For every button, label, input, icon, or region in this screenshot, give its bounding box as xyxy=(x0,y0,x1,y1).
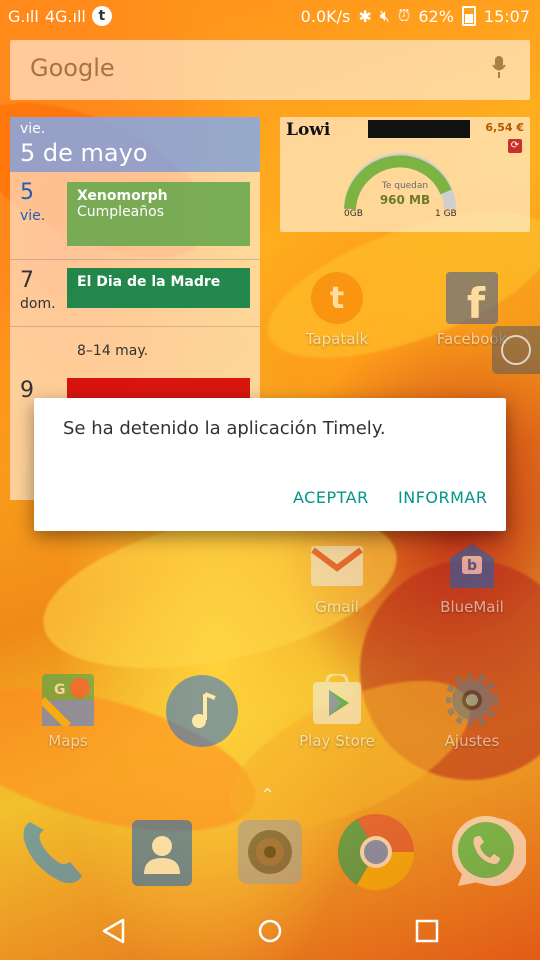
svg-text:G: G xyxy=(54,682,66,698)
lowi-data-widget[interactable]: Lowi 6,54 € ⟳ Te quedan 960 MB 0GB 1 GB xyxy=(280,117,530,232)
chrome-icon[interactable] xyxy=(336,812,416,892)
app-label: Play Store xyxy=(299,732,375,750)
calendar-day-row: 5 vie. Xenomorph Cumpleaños xyxy=(10,172,260,259)
music-icon xyxy=(165,674,239,748)
google-logo: Google xyxy=(30,54,115,82)
lowi-logo: Lowi xyxy=(286,120,331,140)
home-icon[interactable] xyxy=(255,916,285,946)
calendar-header-dow: vie. xyxy=(20,121,46,137)
app-label: Maps xyxy=(48,732,88,750)
bluemail-icon: b xyxy=(446,540,498,592)
whatsapp-icon[interactable] xyxy=(446,812,526,892)
day-number: 5 xyxy=(20,180,34,205)
event-title: Xenomorph xyxy=(77,188,168,204)
remaining-label: Te quedan xyxy=(381,181,429,191)
calendar-event[interactable]: Xenomorph Cumpleaños xyxy=(67,182,250,246)
play-store-icon xyxy=(311,674,363,726)
app-label: Gmail xyxy=(315,598,359,616)
day-name: vie. xyxy=(20,208,46,224)
app-label: BlueMail xyxy=(440,598,504,616)
facebook-icon: f xyxy=(446,272,498,324)
floating-assistive-button[interactable] xyxy=(492,326,540,374)
maps-icon: G xyxy=(42,674,94,726)
app-tapatalk[interactable]: t Tapatalk xyxy=(287,272,387,348)
gmail-icon xyxy=(311,540,363,592)
gauge-min: 0GB xyxy=(344,209,363,219)
app-drawer-arrow-icon[interactable]: ⌃ xyxy=(260,785,275,806)
network-speed: 0.0K/s xyxy=(300,6,351,26)
app-stopped-dialog: Se ha detenido la aplicación Timely. ACE… xyxy=(34,398,506,531)
navigation-bar xyxy=(0,900,540,960)
report-button[interactable]: INFORMAR xyxy=(398,488,487,507)
app-label: Tapatalk xyxy=(305,330,369,348)
redacted-phone xyxy=(368,120,470,138)
status-bar: G.ıll 4G.ıll t 0.0K/s ✱ 🔇︎ ⏰︎ 62% 15:07 xyxy=(0,0,540,32)
refresh-icon[interactable]: ⟳ xyxy=(508,139,522,153)
event-title: El Dia de la Madre xyxy=(77,274,221,290)
google-search-bar[interactable]: Google xyxy=(10,40,530,100)
microphone-icon[interactable] xyxy=(492,56,506,78)
contacts-icon[interactable] xyxy=(122,812,202,892)
app-bluemail[interactable]: b BlueMail xyxy=(422,540,522,616)
camera-icon[interactable] xyxy=(230,812,310,892)
week-range: 8–14 may. xyxy=(77,343,149,359)
dock xyxy=(0,812,540,902)
battery-icon xyxy=(461,6,476,26)
calendar-day-row: 7 dom. El Dia de la Madre xyxy=(10,260,260,326)
alarm-icon: ⏰︎ xyxy=(397,6,411,25)
day-name: dom. xyxy=(20,296,56,312)
dialog-message: Se ha detenido la aplicación Timely. xyxy=(63,418,386,439)
cell-signal-1: G.ıll xyxy=(8,6,39,26)
balance: 6,54 € xyxy=(485,121,524,134)
app-ajustes[interactable]: Ajustes xyxy=(422,674,522,750)
app-maps[interactable]: G Maps xyxy=(18,674,118,750)
cell-signal-2: 4G.ıll xyxy=(44,6,86,26)
divider xyxy=(10,326,260,327)
svg-text:b: b xyxy=(467,558,477,574)
settings-gear-icon xyxy=(446,674,498,726)
mute-icon: 🔇︎ xyxy=(379,6,390,25)
app-gmail[interactable]: Gmail xyxy=(287,540,387,616)
clock: 15:07 xyxy=(483,6,530,26)
event-subtitle: Cumpleaños xyxy=(77,204,164,220)
calendar-header-date: 5 de mayo xyxy=(20,139,148,167)
calendar-header[interactable]: vie. 5 de mayo xyxy=(10,117,260,172)
tapatalk-icon: t xyxy=(311,272,363,324)
battery-level: 62% xyxy=(418,6,454,26)
svg-text:t: t xyxy=(330,281,344,316)
app-label: Ajustes xyxy=(444,732,500,750)
bluetooth-icon: ✱ xyxy=(358,6,372,26)
app-music[interactable] xyxy=(152,674,252,748)
back-icon[interactable] xyxy=(98,916,128,946)
gauge-max: 1 GB xyxy=(435,209,457,219)
recents-icon[interactable] xyxy=(412,916,442,946)
calendar-event[interactable]: El Dia de la Madre xyxy=(67,268,250,308)
svg-text:f: f xyxy=(467,279,486,324)
tapatalk-notification-icon: t xyxy=(91,6,112,26)
phone-icon[interactable] xyxy=(12,812,92,892)
day-number: 7 xyxy=(20,268,34,293)
remaining-value: 960 MB xyxy=(379,193,431,207)
app-play-store[interactable]: Play Store xyxy=(287,674,387,750)
day-number: 9 xyxy=(20,378,34,403)
accept-button[interactable]: ACEPTAR xyxy=(293,488,369,507)
